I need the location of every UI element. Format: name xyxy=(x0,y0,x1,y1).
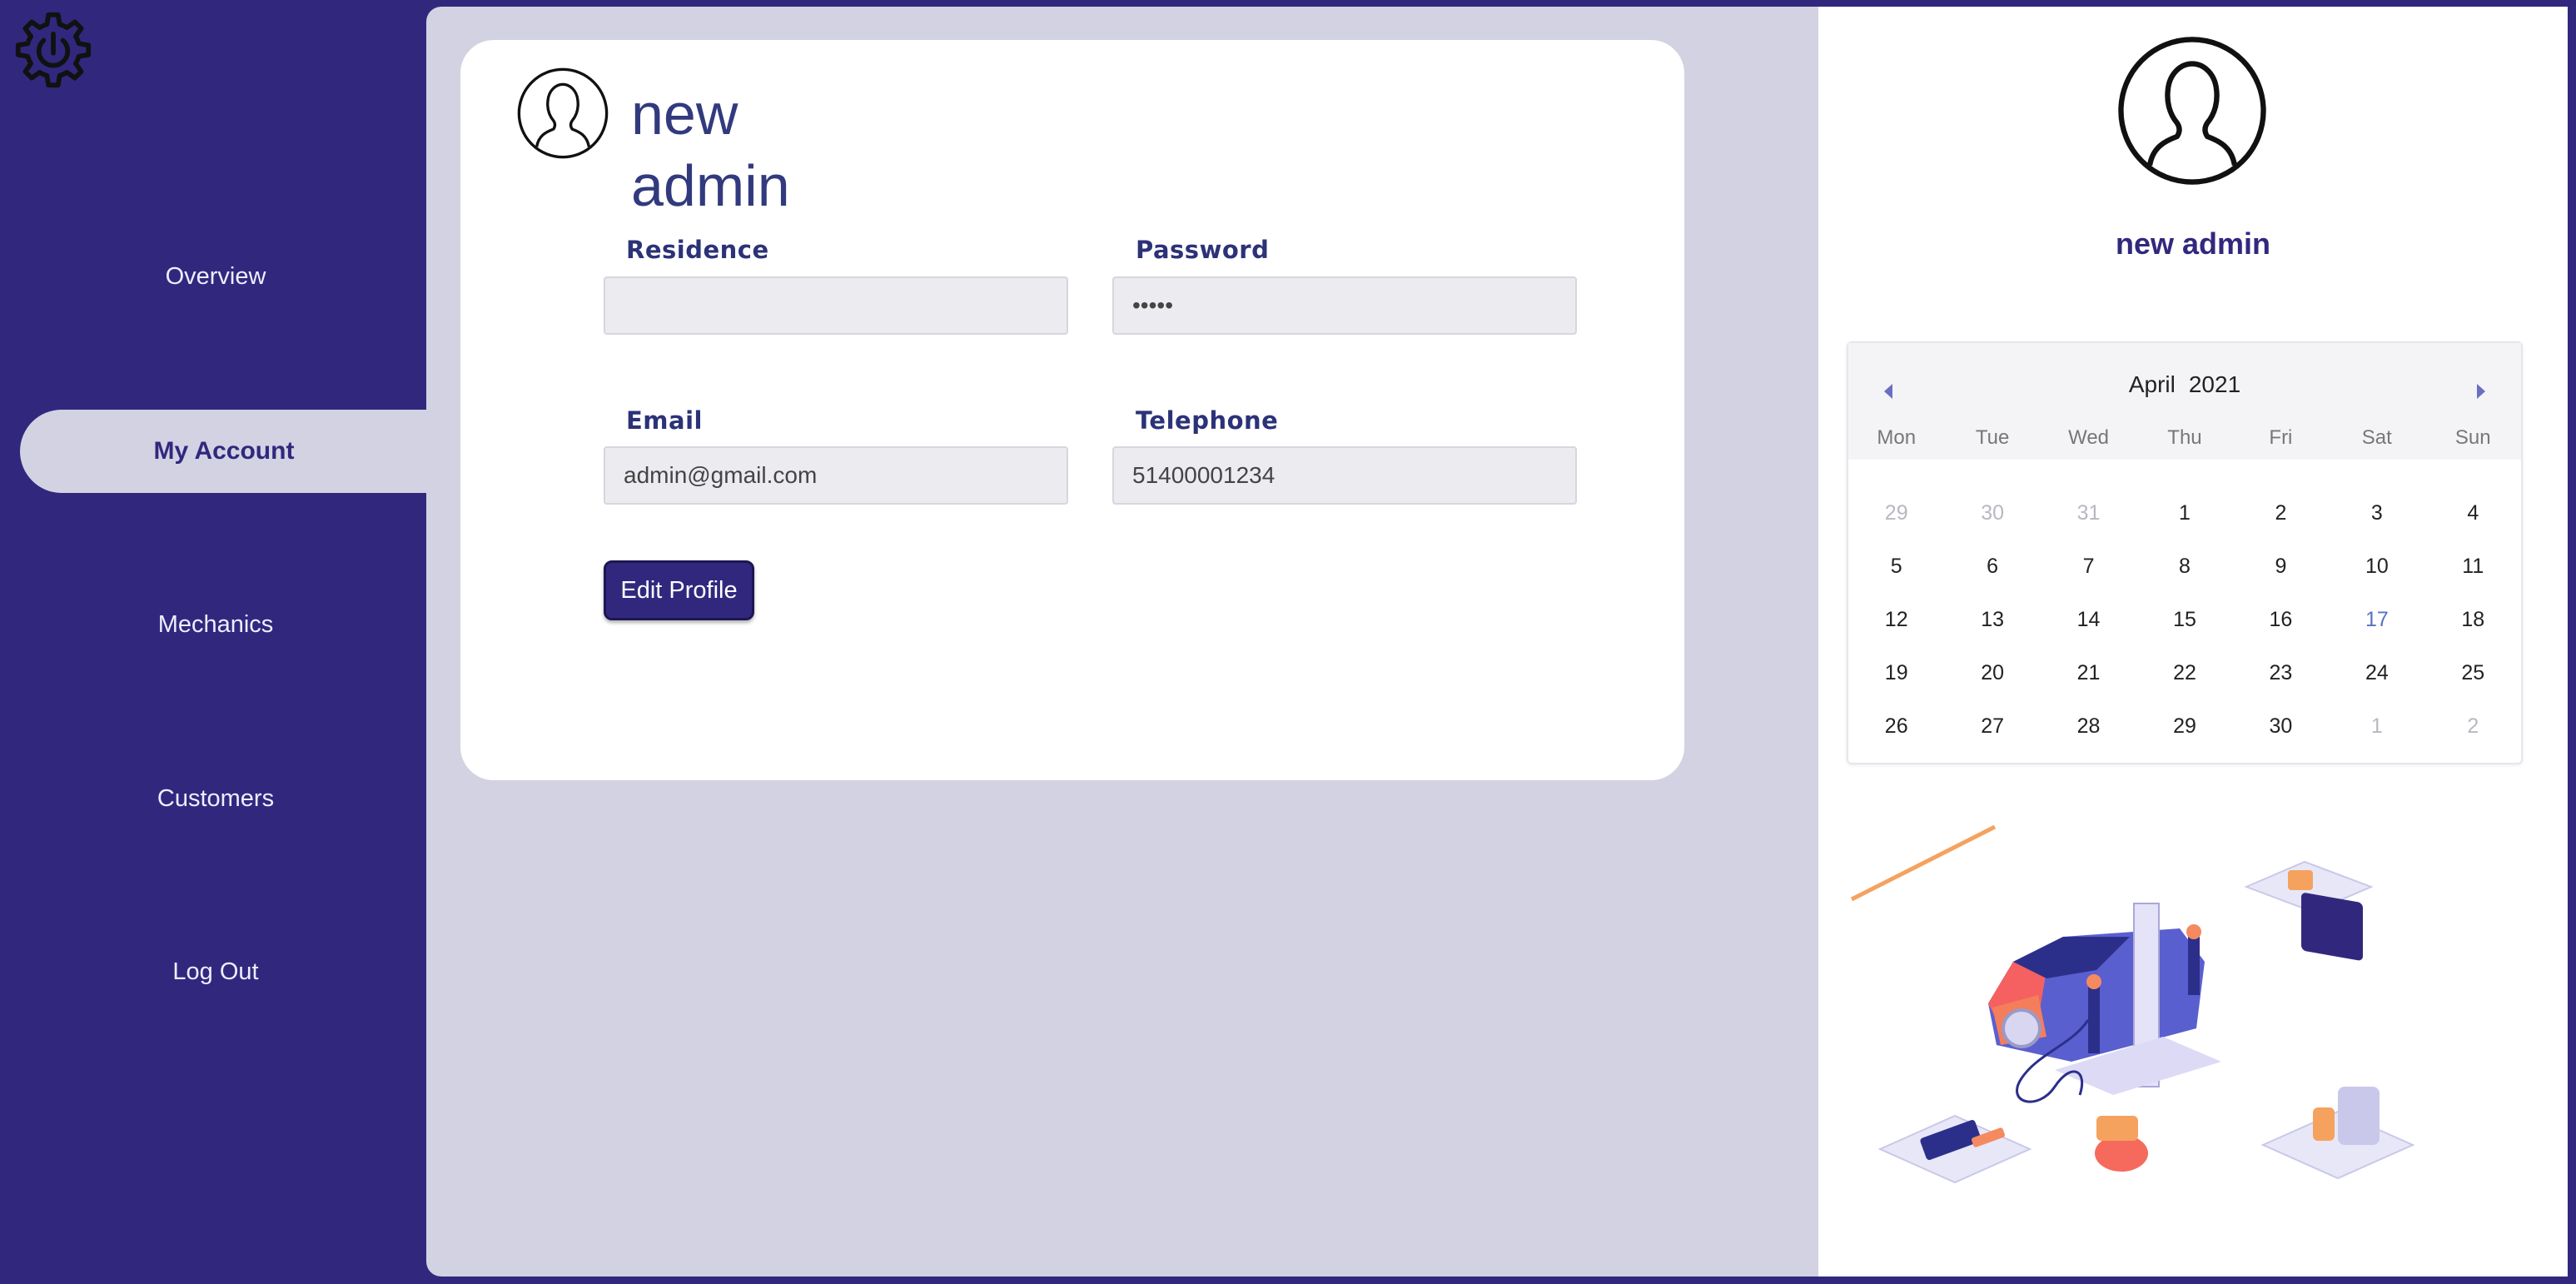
calendar-day[interactable]: 29 xyxy=(2136,699,2232,753)
calendar-day[interactable]: 4 xyxy=(2425,486,2521,540)
edit-profile-button[interactable]: Edit Profile xyxy=(604,560,754,620)
calendar-year[interactable]: 2021 xyxy=(2189,371,2240,397)
sidebar-item-customers[interactable]: Customers xyxy=(0,785,431,813)
sidebar-item-my-account[interactable]: My Account xyxy=(20,410,428,493)
calendar-day[interactable]: 13 xyxy=(1944,593,2040,646)
calendar-day[interactable]: 23 xyxy=(2233,646,2329,699)
account-name-line2: admin xyxy=(631,153,790,218)
calendar-month[interactable]: April xyxy=(2129,371,2176,397)
calendar-day[interactable]: 30 xyxy=(1944,486,2040,540)
calendar-day[interactable]: 6 xyxy=(1944,540,2040,593)
calendar-day[interactable]: 3 xyxy=(2329,486,2424,540)
email-label: Email xyxy=(626,406,703,435)
calendar-weekday: Fri xyxy=(2269,426,2293,449)
user-avatar-icon xyxy=(517,67,609,159)
telephone-input[interactable] xyxy=(1112,446,1577,505)
sidebar-item-overview[interactable]: Overview xyxy=(0,263,431,291)
calendar-next-month-icon[interactable] xyxy=(2464,375,2498,408)
calendar-weekday: Sat xyxy=(2361,426,2392,449)
calendar-weekday: Thu xyxy=(2167,426,2202,449)
sidebar-item-log-out[interactable]: Log Out xyxy=(0,958,431,986)
user-avatar-icon xyxy=(2118,37,2266,185)
email-input[interactable] xyxy=(604,446,1068,505)
calendar-day[interactable]: 25 xyxy=(2425,646,2521,699)
calendar-day[interactable]: 12 xyxy=(1848,593,1944,646)
calendar-day[interactable]: 20 xyxy=(1944,646,2040,699)
calendar-weekday: Tue xyxy=(1975,426,2010,449)
calendar-weekday: Sun xyxy=(2454,426,2491,449)
calendar-day[interactable]: 17 xyxy=(2329,593,2424,646)
calendar-days-grid: 29 30 31 1 2 3 4 5 6 7 8 9 10 11 12 13 14 15 16 17 18 19 20 21 2… xyxy=(1848,486,2521,753)
calendar-day[interactable]: 15 xyxy=(2136,593,2232,646)
calendar-day[interactable]: 1 xyxy=(2136,486,2232,540)
password-label: Password xyxy=(1136,236,1270,264)
calendar-day[interactable]: 7 xyxy=(2041,540,2136,593)
account-name-line1: new xyxy=(631,82,738,147)
calendar-day[interactable]: 22 xyxy=(2136,646,2232,699)
car-repair-illustration xyxy=(1850,824,2415,1184)
calendar-day[interactable]: 14 xyxy=(2041,593,2136,646)
calendar-title: April 2021 xyxy=(1848,371,2521,398)
calendar-weekdays: Mon Tue Wed Thu Fri Sat Sun xyxy=(1848,426,2521,455)
calendar-day[interactable]: 29 xyxy=(1848,486,1944,540)
calendar: April 2021 Mon Tue Wed Thu Fri Sat Sun 29 30 31 1 2… xyxy=(1847,341,2523,764)
calendar-day[interactable]: 27 xyxy=(1944,699,2040,753)
calendar-day[interactable]: 19 xyxy=(1848,646,1944,699)
calendar-day[interactable]: 5 xyxy=(1848,540,1944,593)
residence-label: Residence xyxy=(626,236,769,264)
calendar-day[interactable]: 24 xyxy=(2329,646,2424,699)
calendar-weekday: Mon xyxy=(1877,426,1917,449)
calendar-day[interactable]: 21 xyxy=(2041,646,2136,699)
calendar-day[interactable]: 11 xyxy=(2425,540,2521,593)
sidebar-item-mechanics[interactable]: Mechanics xyxy=(0,611,431,639)
calendar-day[interactable]: 26 xyxy=(1848,699,1944,753)
account-name-heading: new admin xyxy=(631,78,881,221)
calendar-day[interactable]: 18 xyxy=(2425,593,2521,646)
calendar-day[interactable]: 8 xyxy=(2136,540,2232,593)
calendar-day[interactable]: 30 xyxy=(2233,699,2329,753)
calendar-day[interactable]: 9 xyxy=(2233,540,2329,593)
calendar-day[interactable]: 10 xyxy=(2329,540,2424,593)
calendar-day[interactable]: 16 xyxy=(2233,593,2329,646)
calendar-day[interactable]: 1 xyxy=(2329,699,2424,753)
password-input[interactable] xyxy=(1112,276,1577,335)
calendar-day[interactable]: 2 xyxy=(2425,699,2521,753)
telephone-label: Telephone xyxy=(1136,406,1279,435)
calendar-day[interactable]: 31 xyxy=(2041,486,2136,540)
profile-name: new admin xyxy=(2115,226,2271,261)
calendar-day[interactable]: 28 xyxy=(2041,699,2136,753)
calendar-day[interactable]: 2 xyxy=(2233,486,2329,540)
residence-input[interactable] xyxy=(604,276,1068,335)
calendar-weekday: Wed xyxy=(2068,426,2110,449)
gear-power-icon xyxy=(15,12,92,88)
